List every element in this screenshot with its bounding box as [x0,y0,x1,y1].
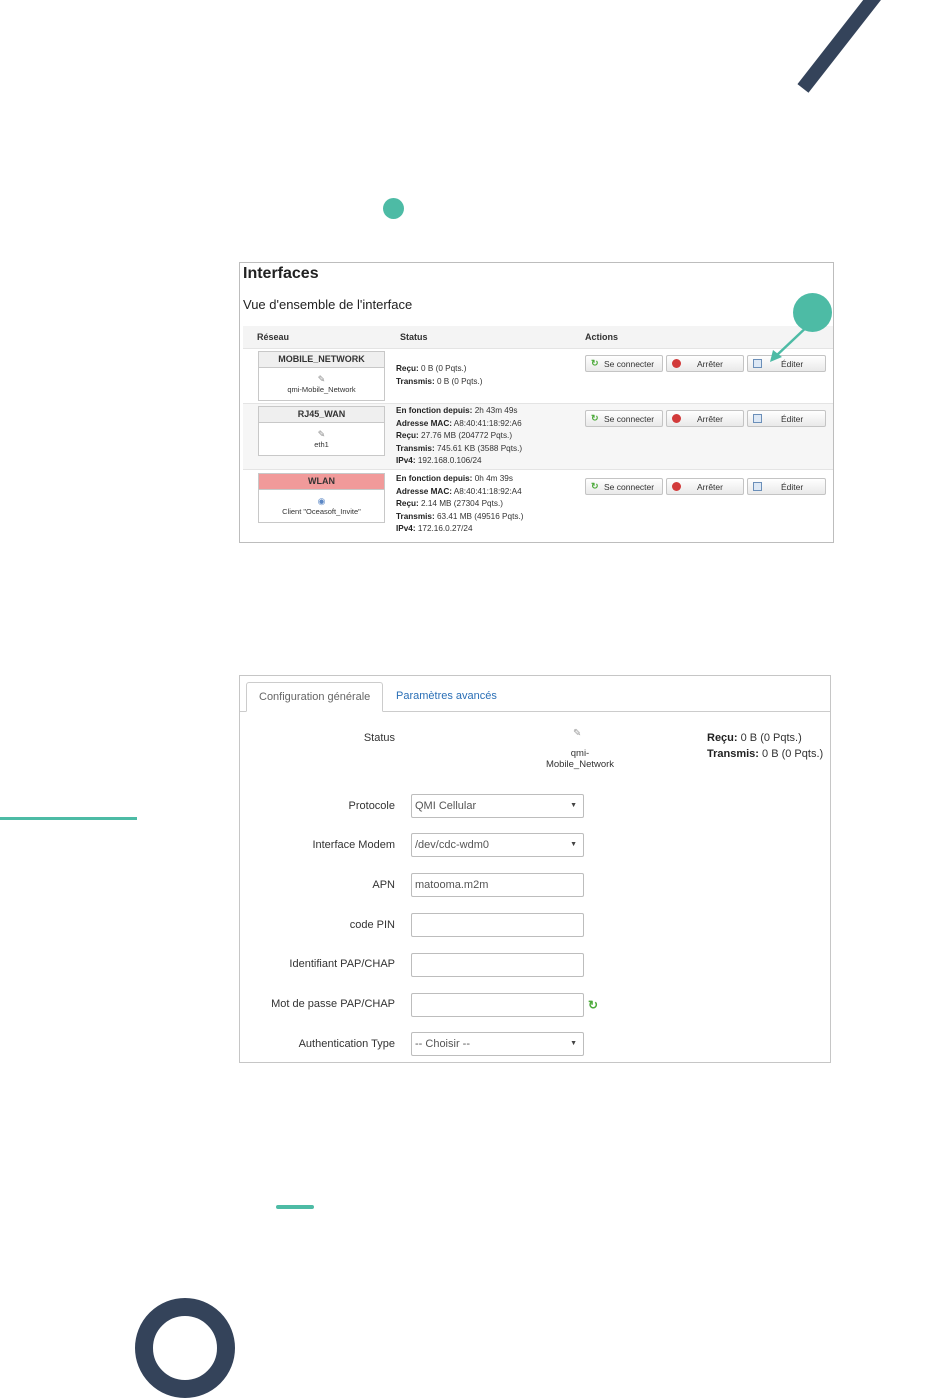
config-panel: Configuration générale Paramètres avancé… [239,675,831,1063]
decorative-dash [276,1205,314,1209]
password-label: Mot de passe PAP/CHAP [271,998,395,1010]
callout-arrow [770,321,813,362]
chevron-down-icon: ▼ [570,1040,577,1047]
network-name: RJ45_WAN [259,407,384,423]
tab-general[interactable]: Configuration générale [246,682,384,712]
reveal-password-icon[interactable]: ↻ [588,998,598,1012]
network-name: WLAN [259,474,384,490]
decorative-line [0,817,137,820]
tab-advanced[interactable]: Paramètres avancés [384,682,509,711]
password-input[interactable] [411,993,584,1017]
edit-button[interactable]: Éditer [747,478,826,495]
callout-dot [793,293,832,332]
table-row: WLAN ◉ Client "Oceasoft_Invite" En fonct… [243,469,833,542]
stop-button[interactable]: Arrêter [666,478,744,495]
edit-button[interactable]: Éditer [747,410,826,427]
auth-select[interactable]: -- Choisir -- ▼ [411,1032,584,1056]
status-device: qmi-Mobile_Network [545,748,615,770]
status-stats: Reçu: 0 B (0 Pqts.) Transmis: 0 B (0 Pqt… [707,732,824,760]
refresh-icon: ↻ [591,413,599,423]
status-label: Status [363,732,395,744]
protocole-select[interactable]: QMI Cellular ▼ [411,794,584,818]
refresh-icon: ↻ [591,481,599,491]
stop-button[interactable]: Arrêter [666,410,744,427]
tab-bar: Configuration générale Paramètres avancé… [240,676,830,712]
edit-icon [753,482,762,491]
protocole-label: Protocole [348,800,395,812]
user-label: Identifiant PAP/CHAP [289,958,395,970]
network-status: En fonction depuis: 2h 43m 49s Adresse M… [396,406,523,466]
apn-label: APN [372,879,395,891]
ethernet-icon: ✎ [317,429,326,439]
stop-icon [672,482,681,491]
network-device: Client "Oceasoft_Invite" [282,507,361,516]
modem-select[interactable]: /dev/cdc-wdm0 ▼ [411,833,584,857]
network-status: En fonction depuis: 0h 4m 39s Adresse MA… [396,474,524,534]
stop-icon [672,414,681,423]
chevron-down-icon: ▼ [570,841,577,848]
connect-button[interactable]: ↻ Se connecter [585,410,663,427]
table-row: RJ45_WAN ✎ eth1 En fonction depuis: 2h 4… [243,403,833,469]
network-badge-rj45[interactable]: RJ45_WAN ✎ eth1 [258,406,385,456]
pin-input[interactable] [411,913,584,937]
edit-icon [753,414,762,423]
network-device: eth1 [314,440,329,449]
pin-label: code PIN [349,919,395,931]
user-input[interactable] [411,953,584,977]
decorative-ring [135,1298,235,1398]
apn-input[interactable]: matooma.m2m [411,873,584,897]
wifi-icon: ◉ [317,496,326,506]
network-badge-wlan[interactable]: WLAN ◉ Client "Oceasoft_Invite" [258,473,385,523]
connect-button[interactable]: ↻ Se connecter [585,478,663,495]
auth-label: Authentication Type [298,1038,395,1050]
modem-label: Interface Modem [312,839,395,851]
modem-icon: ✎ [573,728,582,739]
chevron-down-icon: ▼ [570,802,577,809]
